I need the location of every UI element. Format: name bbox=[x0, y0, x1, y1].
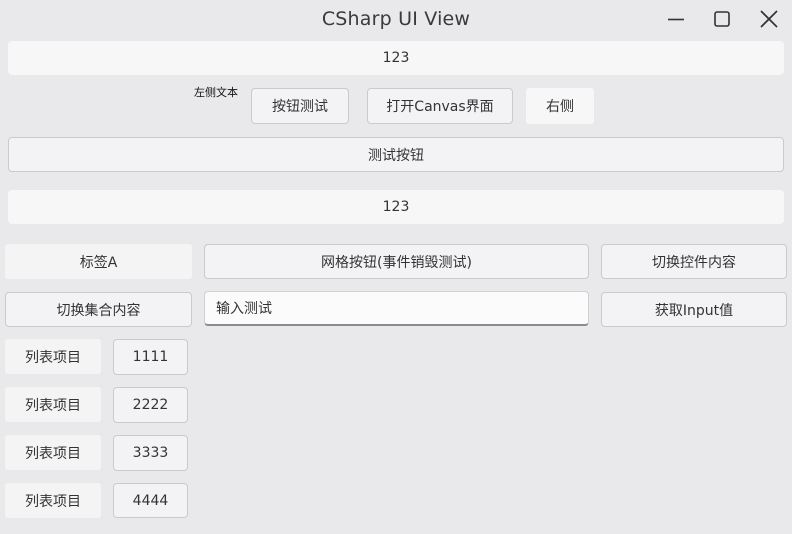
list-item-value[interactable]: 3333 bbox=[113, 435, 188, 471]
maximize-icon bbox=[714, 11, 730, 27]
list-item-label: 列表项目 bbox=[5, 339, 101, 374]
close-icon bbox=[760, 10, 778, 28]
text-display-second: 123 bbox=[8, 190, 784, 224]
list-item-value[interactable]: 1111 bbox=[113, 339, 188, 375]
left-text-label: 左侧文本 bbox=[194, 86, 238, 99]
toggle-collection-button[interactable]: 切换集合内容 bbox=[5, 292, 192, 327]
title-bar: CSharp UI View bbox=[0, 0, 792, 38]
minimize-button[interactable] bbox=[653, 0, 699, 38]
open-canvas-button[interactable]: 打开Canvas界面 bbox=[367, 88, 513, 124]
button-test-button[interactable]: 按钮测试 bbox=[251, 88, 349, 124]
label-a: 标签A bbox=[5, 244, 192, 279]
right-label: 右侧 bbox=[526, 88, 594, 124]
toggle-control-button[interactable]: 切换控件内容 bbox=[601, 244, 787, 279]
maximize-button[interactable] bbox=[699, 0, 745, 38]
text-display-top: 123 bbox=[8, 41, 784, 75]
list-item-label: 列表项目 bbox=[5, 483, 101, 518]
close-button[interactable] bbox=[746, 0, 792, 38]
list-item-value[interactable]: 4444 bbox=[113, 483, 188, 518]
list-item-label: 列表项目 bbox=[5, 387, 101, 422]
input-field[interactable]: 输入测试 bbox=[204, 291, 589, 326]
grid-button[interactable]: 网格按钮(事件销毁测试) bbox=[204, 244, 589, 279]
get-input-button[interactable]: 获取Input值 bbox=[601, 292, 787, 327]
minimize-icon bbox=[668, 18, 684, 21]
list-item-value[interactable]: 2222 bbox=[113, 387, 188, 423]
test-button[interactable]: 测试按钮 bbox=[8, 137, 784, 172]
list-item-label: 列表项目 bbox=[5, 435, 101, 470]
